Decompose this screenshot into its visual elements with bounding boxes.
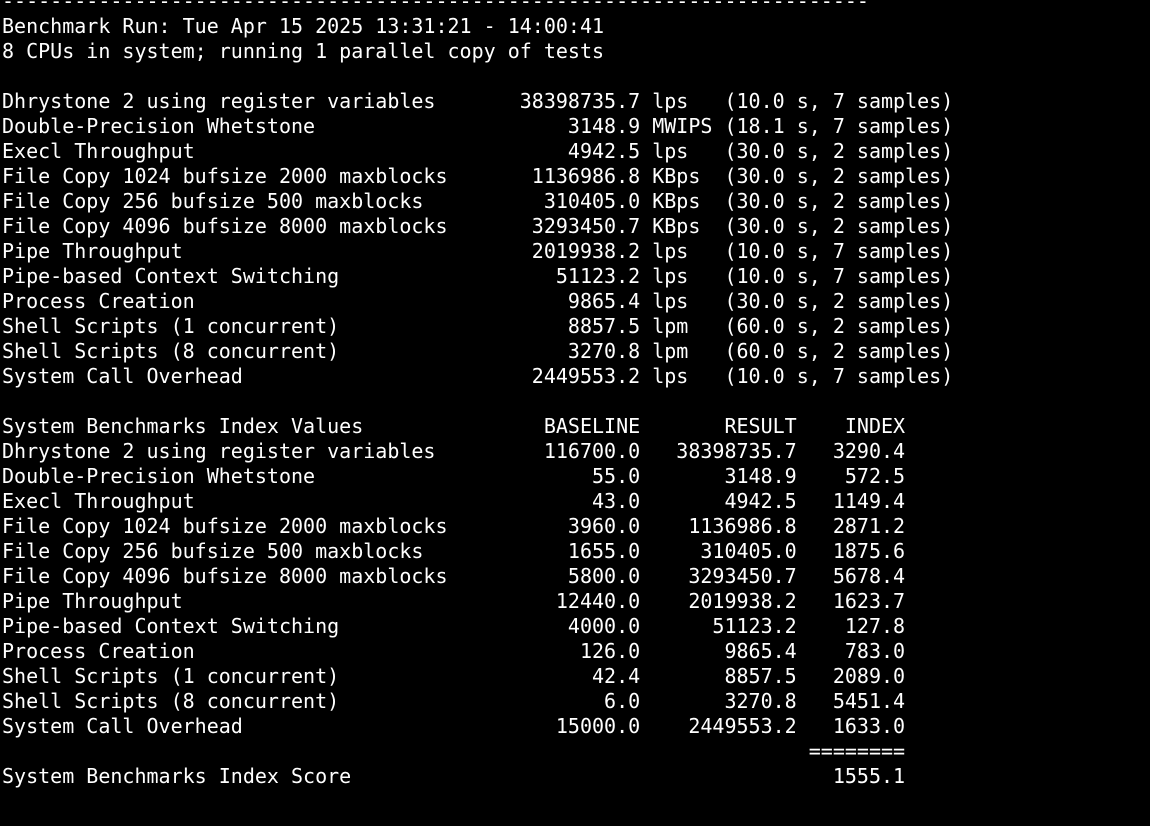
index-row: Dhrystone 2 using register variables 116… [2, 439, 906, 463]
index-row: Shell Scripts (1 concurrent) 42.4 8857.5… [2, 664, 906, 688]
terminal-output: ----------------------------------------… [2, 0, 953, 789]
result-line: System Call Overhead 2449553.2 lps (10.0… [2, 364, 954, 388]
index-row: Execl Throughput 43.0 4942.5 1149.4 [2, 489, 906, 513]
index-row: File Copy 256 bufsize 500 maxblocks 1655… [2, 539, 906, 563]
index-row: Pipe Throughput 12440.0 2019938.2 1623.7 [2, 589, 906, 613]
index-row: System Call Overhead 15000.0 2449553.2 1… [2, 714, 906, 738]
result-line: Process Creation 9865.4 lps (30.0 s, 2 s… [2, 289, 954, 313]
result-line: File Copy 1024 bufsize 2000 maxblocks 11… [2, 164, 954, 188]
result-line: Shell Scripts (8 concurrent) 3270.8 lpm … [2, 339, 954, 363]
result-line: File Copy 4096 bufsize 8000 maxblocks 32… [2, 214, 954, 238]
index-score-line: System Benchmarks Index Score 1555.1 [2, 764, 906, 788]
result-line: Dhrystone 2 using register variables 383… [2, 89, 954, 113]
index-row: Double-Precision Whetstone 55.0 3148.9 5… [2, 464, 906, 488]
result-line: Pipe-based Context Switching 51123.2 lps… [2, 264, 954, 288]
result-line: Double-Precision Whetstone 3148.9 MWIPS … [2, 114, 954, 138]
result-line: Execl Throughput 4942.5 lps (30.0 s, 2 s… [2, 139, 954, 163]
index-row: File Copy 1024 bufsize 2000 maxblocks 39… [2, 514, 906, 538]
index-table-header: System Benchmarks Index Values BASELINE … [2, 414, 906, 438]
separator-line: ----------------------------------------… [2, 0, 869, 13]
benchmark-run-line: Benchmark Run: Tue Apr 15 2025 13:31:21 … [2, 14, 605, 38]
index-row: Shell Scripts (8 concurrent) 6.0 3270.8 … [2, 689, 906, 713]
index-row: Pipe-based Context Switching 4000.0 5112… [2, 614, 906, 638]
index-row: Process Creation 126.0 9865.4 783.0 [2, 639, 906, 663]
result-line: Pipe Throughput 2019938.2 lps (10.0 s, 7… [2, 239, 954, 263]
index-row: File Copy 4096 bufsize 8000 maxblocks 58… [2, 564, 906, 588]
score-separator: ======== [2, 739, 906, 763]
result-line: File Copy 256 bufsize 500 maxblocks 3104… [2, 189, 954, 213]
cpu-info-line: 8 CPUs in system; running 1 parallel cop… [2, 39, 605, 63]
result-line: Shell Scripts (1 concurrent) 8857.5 lpm … [2, 314, 954, 338]
